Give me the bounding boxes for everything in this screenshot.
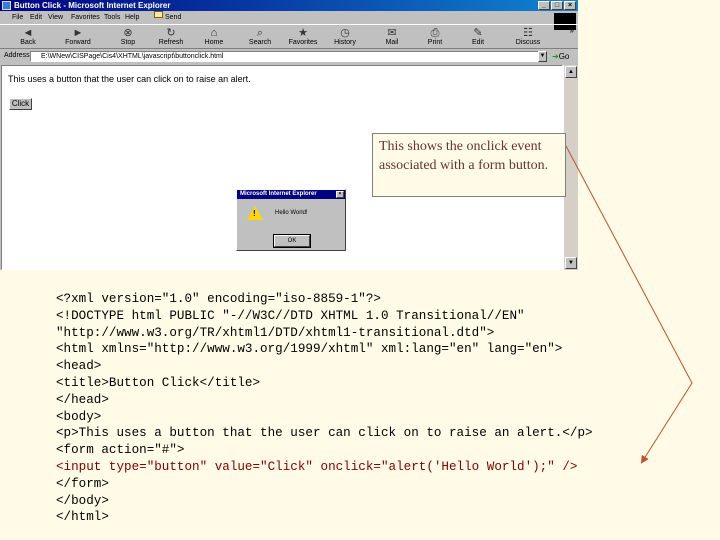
callout-arrow <box>565 145 693 464</box>
arrow-line <box>565 145 693 464</box>
